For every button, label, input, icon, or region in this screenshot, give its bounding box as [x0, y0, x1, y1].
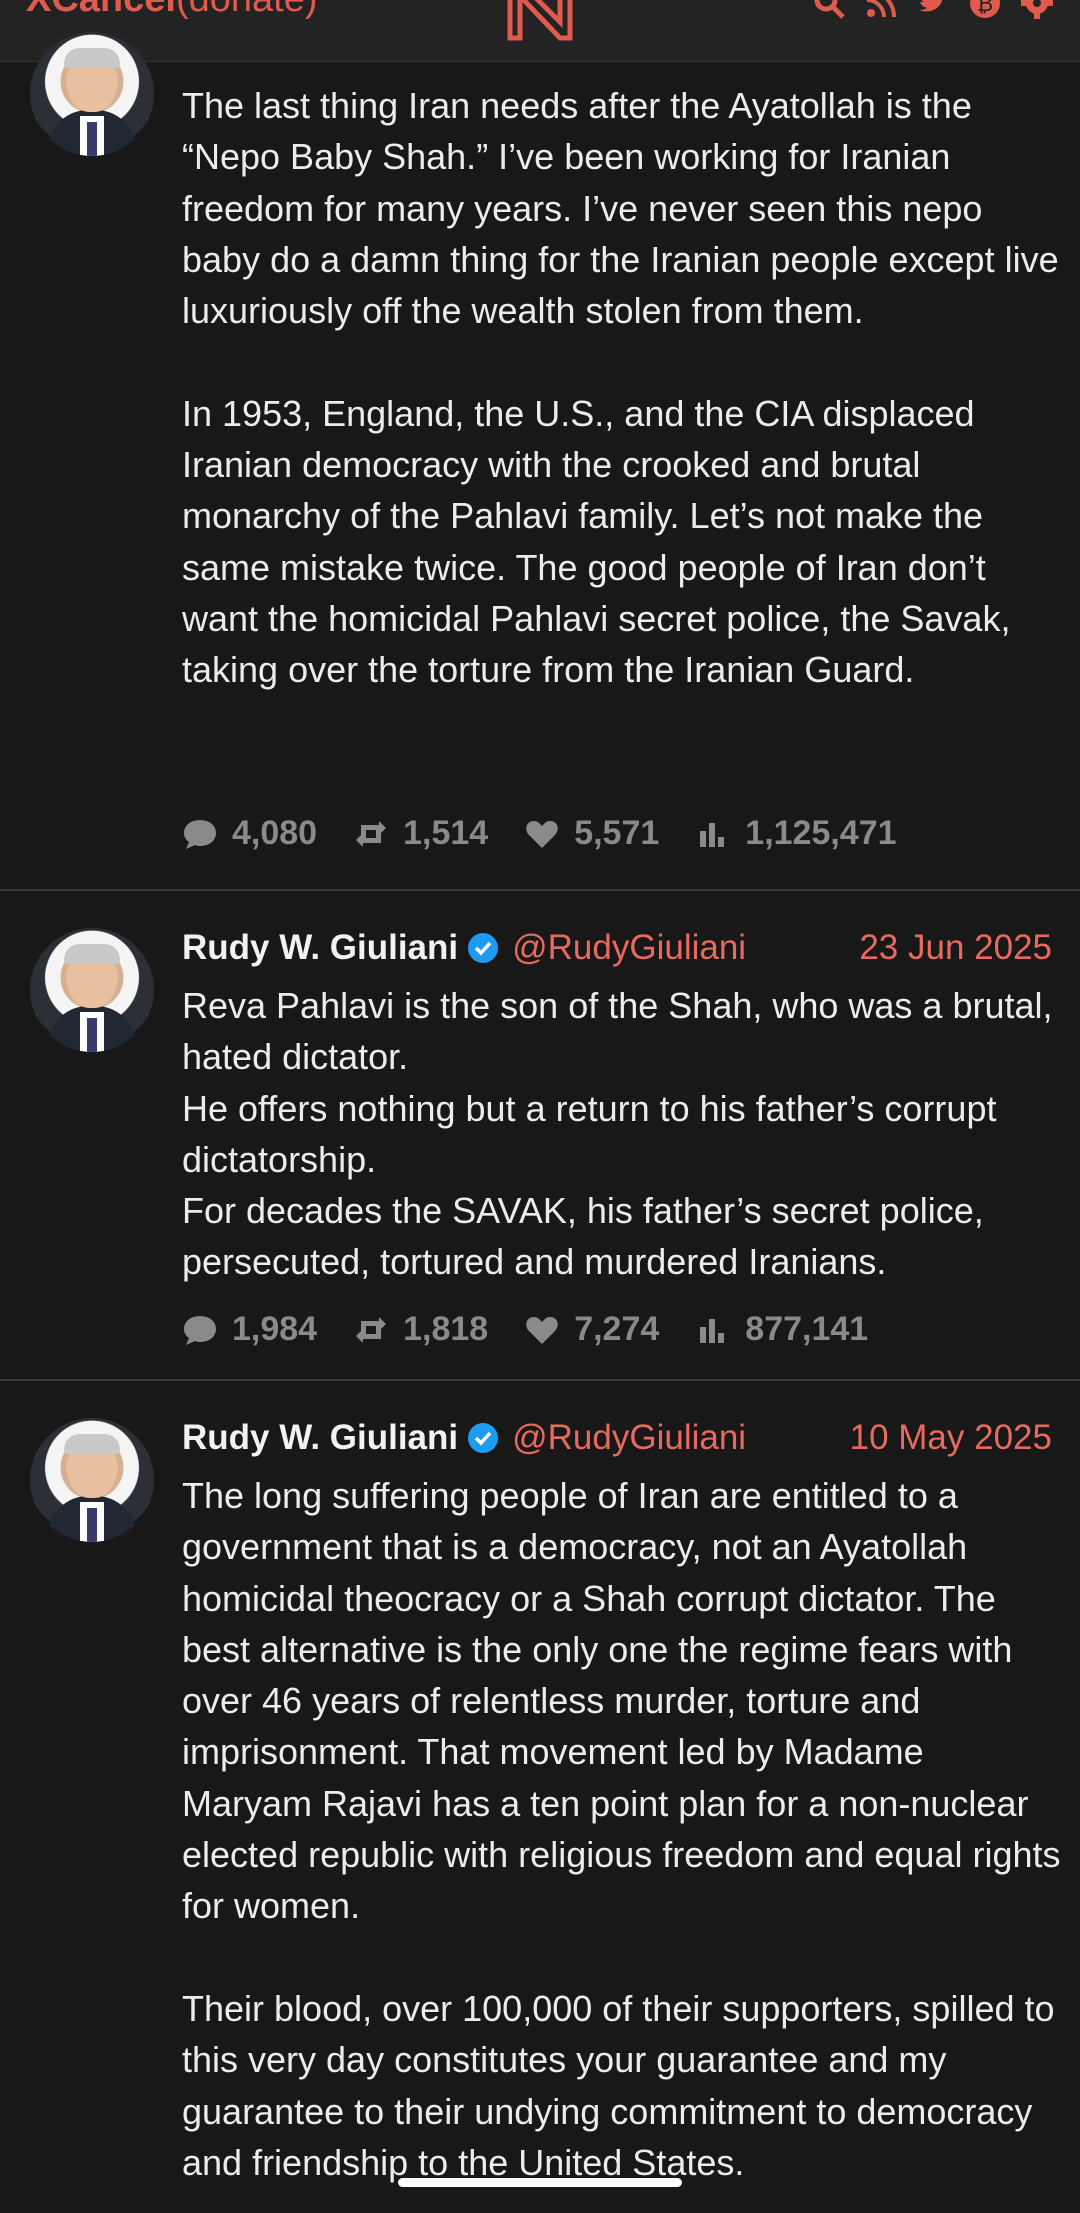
comment-stat[interactable]: 1,984: [182, 1310, 317, 1349]
heart-icon: [526, 820, 558, 848]
avatar[interactable]: [30, 1418, 154, 1542]
tweet-date[interactable]: 23 Jun 2025: [859, 928, 1052, 968]
comment-stat[interactable]: 4,080: [182, 814, 317, 853]
like-count: 5,571: [574, 814, 660, 852]
author-name[interactable]: Rudy W. Giuliani: [182, 1418, 458, 1457]
like-stat[interactable]: 5,571: [524, 814, 659, 853]
views-stat[interactable]: 1,125,471: [695, 814, 897, 853]
views-count: 1,125,471: [745, 814, 897, 852]
like-count: 7,274: [574, 1310, 660, 1348]
retweet-stat[interactable]: 1,818: [353, 1310, 488, 1349]
divider: [0, 1379, 1080, 1381]
views-chart-icon: [700, 822, 725, 847]
tweet-body: The last thing Iran needs after the Ayat…: [182, 85, 1059, 691]
views-stat[interactable]: 877,141: [695, 1310, 868, 1349]
svg-text:₿: ₿: [977, 0, 993, 17]
top-bar: XCancel(donate) ₿: [0, 0, 1080, 62]
tweet-date[interactable]: 10 May 2025: [850, 1418, 1052, 1458]
divider: [0, 889, 1080, 891]
retweet-count: 1,514: [403, 814, 489, 852]
author-name[interactable]: Rudy W. Giuliani: [182, 928, 458, 967]
twitter-icon[interactable]: [916, 0, 950, 20]
brand-name[interactable]: XCancel: [26, 0, 176, 20]
tweet-header: Rudy W. Giuliani @RudyGiuliani 23 Jun 202…: [182, 928, 1052, 978]
avatar[interactable]: [30, 32, 154, 156]
comment-count: 1,984: [232, 1310, 318, 1348]
bitcoin-icon[interactable]: ₿: [968, 0, 1002, 20]
retweet-icon: [356, 1316, 387, 1343]
retweet-count: 1,818: [403, 1310, 489, 1348]
author-handle[interactable]: @RudyGiuliani: [512, 928, 746, 967]
tweet-header: Rudy W. Giuliani @RudyGiuliani 10 May 202…: [182, 1418, 1052, 1468]
verified-badge-icon: [468, 1423, 499, 1453]
verified-badge-icon: [468, 933, 499, 963]
tweet-body: The long suffering people of Iran are en…: [182, 1475, 1061, 2183]
settings-icon[interactable]: [1020, 0, 1054, 20]
site-brand[interactable]: XCancel(donate): [26, 0, 318, 21]
donate-link[interactable]: (donate): [176, 0, 318, 20]
author-handle[interactable]: @RudyGiuliani: [512, 1418, 746, 1457]
tweet-stats: 4,080 1,514 5,571 1,125,471: [182, 814, 897, 853]
nitter-logo-icon[interactable]: [502, 0, 578, 42]
tweet-stats: 1,984 1,818 7,274 877,141: [182, 1310, 868, 1349]
views-count: 877,141: [745, 1310, 869, 1348]
comment-count: 4,080: [232, 814, 318, 852]
home-indicator[interactable]: [398, 2178, 682, 2187]
heart-icon: [526, 1316, 558, 1344]
retweet-stat[interactable]: 1,514: [353, 814, 488, 853]
tweet-body: Reva Pahlavi is the son of the Shah, who…: [182, 985, 1053, 1283]
comment-icon: [184, 1315, 216, 1345]
search-icon[interactable]: [812, 0, 846, 20]
like-stat[interactable]: 7,274: [524, 1310, 659, 1349]
views-chart-icon: [700, 1318, 725, 1343]
avatar[interactable]: [30, 928, 154, 1052]
rss-icon[interactable]: [864, 0, 898, 20]
comment-icon: [184, 819, 216, 849]
retweet-icon: [356, 820, 387, 847]
